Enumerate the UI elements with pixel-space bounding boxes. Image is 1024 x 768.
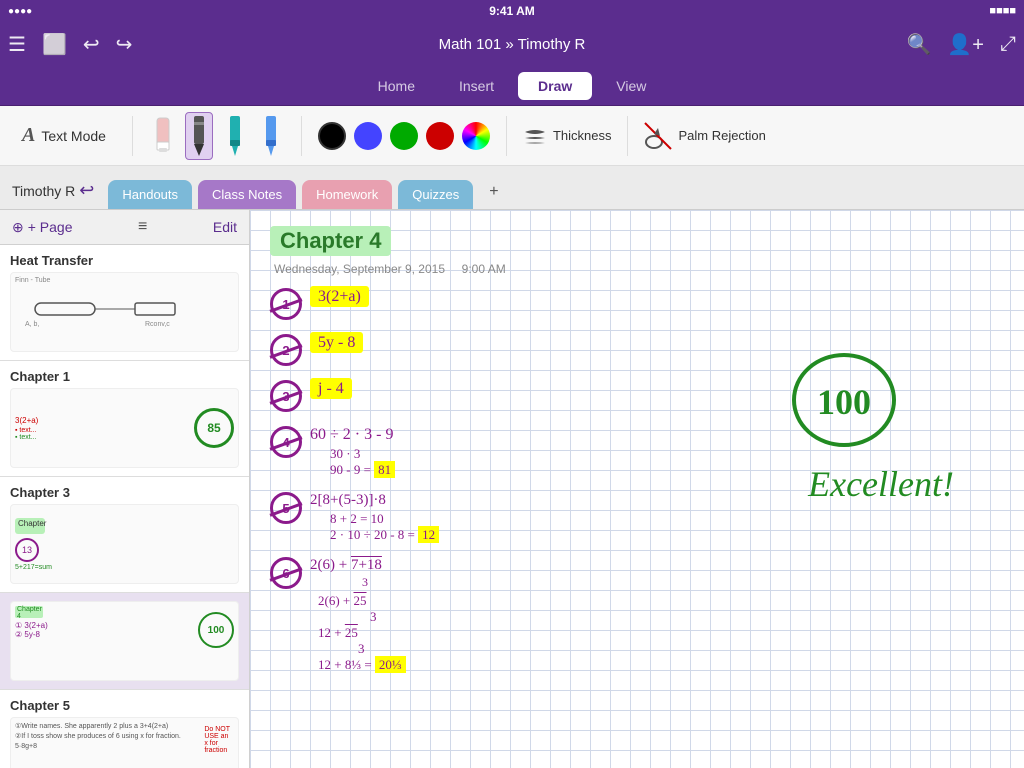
page-title-chapter-5: Chapter 5 (10, 698, 239, 713)
add-page-icon: ⊕ (12, 219, 24, 236)
menu-icon[interactable]: ☰ (8, 32, 26, 57)
add-page-button[interactable]: ⊕ + Page (12, 219, 73, 236)
page-title-chapter-1: Chapter 1 (10, 369, 239, 384)
svg-text:A, b,: A, b, (25, 321, 39, 328)
edit-button[interactable]: Edit (213, 219, 237, 235)
document-title: Math 101 » Timothy R (439, 36, 586, 53)
section-tab-bar: Timothy R ↩ Handouts Class Notes Homewor… (0, 166, 1024, 210)
marker-tool-blue[interactable] (257, 112, 285, 160)
divider-1 (132, 116, 133, 156)
page-item-chapter-3[interactable]: Chapter 3 Chapter 13 5+217=sum (0, 477, 249, 593)
palm-rejection-label: Palm Rejection (678, 128, 765, 143)
page-item-chapter-1[interactable]: Chapter 1 3(2+a) ▪ text... ▪ text... 85 (0, 361, 249, 477)
add-person-icon[interactable]: 👤+ (947, 32, 984, 57)
sidebar-toggle-icon[interactable]: ⬜ (42, 32, 67, 57)
undo-icon[interactable]: ↩ (83, 32, 100, 57)
user-back-icon[interactable]: ↩ (79, 180, 94, 201)
page-date: Wednesday, September 9, 2015 9:00 AM (274, 262, 506, 276)
page-thumbnail-chapter-1: 3(2+a) ▪ text... ▪ text... 85 (10, 388, 239, 468)
add-section-button[interactable]: + (479, 176, 508, 209)
thickness-icon (523, 124, 547, 148)
palm-rejection-button[interactable]: Palm Rejection (644, 122, 765, 150)
problem-6-num: 6 (270, 557, 302, 589)
svg-text:Rconv,c: Rconv,c (145, 321, 170, 328)
problem-5-num: 5 (270, 492, 302, 524)
tab-home[interactable]: Home (358, 72, 435, 100)
problem-3-expr: j - 4 (310, 378, 352, 399)
page-item-chapter-4[interactable]: Chapter 4 ① 3(2+a) ② 5y-8 100 (0, 593, 249, 690)
status-bar: ●●●● 9:41 AM ■■■■ (0, 0, 1024, 22)
divider-4 (627, 116, 628, 156)
tab-homework[interactable]: Homework (302, 180, 392, 209)
title-bar: ☰ ⬜ ↩ ↪ Math 101 » Timothy R 🔍 👤+ ⤢ (0, 22, 1024, 66)
chapter-title: Chapter 4 (270, 226, 391, 256)
problem-2-num: 2 (270, 334, 302, 366)
color-black[interactable] (318, 122, 346, 150)
note-canvas: Chapter 4 Wednesday, September 9, 2015 9… (250, 210, 1024, 768)
problem-1-num: 1 (270, 288, 302, 320)
expand-icon[interactable]: ⤢ (1000, 33, 1016, 56)
color-green[interactable] (390, 122, 418, 150)
divider-3 (506, 116, 507, 156)
add-page-label: + Page (28, 219, 73, 235)
color-blue[interactable] (354, 122, 382, 150)
problem-1-expr: 3(2+a) (310, 286, 369, 307)
nav-left: ☰ ⬜ ↩ ↪ (8, 32, 132, 57)
divider-2 (301, 116, 302, 156)
text-mode-button[interactable]: A Text Mode (12, 118, 116, 153)
color-swatches (318, 122, 490, 150)
page-thumbnail-chapter-4: Chapter 4 ① 3(2+a) ② 5y-8 100 (10, 601, 239, 681)
page-thumbnail-chapter-5: ①Write names. She apparently 2 plus a 3+… (10, 717, 239, 768)
nav-right: 🔍 👤+ ⤢ (907, 32, 1017, 57)
page-item-chapter-5[interactable]: Chapter 5 ①Write names. She apparently 2… (0, 690, 249, 768)
draw-toolbar: A Text Mode (0, 106, 1024, 166)
battery-indicator: ■■■■ (989, 5, 1016, 17)
thickness-button[interactable]: Thickness (523, 124, 612, 148)
problem-5: 5 2[8+(5-3)]·8 8 + 2 = 10 2 · 10 ÷ 20 - … (270, 492, 1004, 543)
main-content: ⊕ + Page ≡ Edit Heat Transfer Finn - Tub… (0, 210, 1024, 768)
redo-icon[interactable]: ↪ (116, 32, 133, 57)
page-thumbnail-heat-transfer: Finn - Tube A, b, Rconv,c (10, 272, 239, 352)
time-display: 9:41 AM (489, 4, 535, 18)
tab-view[interactable]: View (596, 72, 666, 100)
username-label: Timothy R (12, 183, 75, 199)
problem-4-num: 4 (270, 426, 302, 458)
problem-2-expr: 5y - 8 (310, 332, 363, 353)
text-mode-section: A Text Mode (12, 118, 116, 153)
tab-draw[interactable]: Draw (518, 72, 592, 100)
problem-4: 4 60 ÷ 2 · 3 - 9 30 · 3 90 - 9 = 81 (270, 426, 1004, 478)
tab-class-notes[interactable]: Class Notes (198, 180, 296, 209)
color-red[interactable] (426, 122, 454, 150)
color-picker-wheel[interactable] (462, 122, 490, 150)
problem-2: 2 5y - 8 (270, 334, 1004, 366)
ribbon-tab-bar: Home Insert Draw View (0, 66, 1024, 106)
eraser-tool[interactable] (149, 112, 177, 160)
search-icon[interactable]: 🔍 (907, 32, 932, 57)
problem-3: 3 j - 4 (270, 380, 1004, 412)
tab-quizzes[interactable]: Quizzes (398, 180, 473, 209)
text-mode-icon: A (22, 124, 35, 147)
sidebar-header: ⊕ + Page ≡ Edit (0, 210, 249, 245)
page-item-heat-transfer[interactable]: Heat Transfer Finn - Tube A, b, Rconv,c (0, 245, 249, 361)
problem-1: 1 3(2+a) (270, 288, 1004, 320)
page-thumbnail-chapter-3: Chapter 13 5+217=sum (10, 504, 239, 584)
user-section: Timothy R ↩ (12, 180, 94, 209)
page-title-heat-transfer: Heat Transfer (10, 253, 239, 268)
thickness-label: Thickness (553, 128, 612, 143)
text-mode-label: Text Mode (41, 128, 106, 144)
page-list-sidebar: ⊕ + Page ≡ Edit Heat Transfer Finn - Tub… (0, 210, 250, 768)
problem-6: 6 2(6) + 7+183 2(6) + 25 3 12 + 25 3 12 … (270, 557, 1004, 673)
wifi-indicator: ●●●● (8, 6, 32, 17)
page-header: Chapter 4 Wednesday, September 9, 2015 9… (270, 226, 1004, 278)
pen-tools-section (149, 112, 285, 160)
handwritten-content: 100 Excellent! 1 3(2+a) 2 5y - 8 3 (270, 288, 1004, 673)
tab-insert[interactable]: Insert (439, 72, 514, 100)
pen-tool-dark[interactable] (185, 112, 213, 160)
marker-tool-teal[interactable] (221, 112, 249, 160)
list-view-icon[interactable]: ≡ (138, 218, 147, 236)
problem-3-num: 3 (270, 380, 302, 412)
palm-rejection-icon (644, 122, 672, 150)
page-title-chapter-3: Chapter 3 (10, 485, 239, 500)
tab-handouts[interactable]: Handouts (108, 180, 192, 209)
